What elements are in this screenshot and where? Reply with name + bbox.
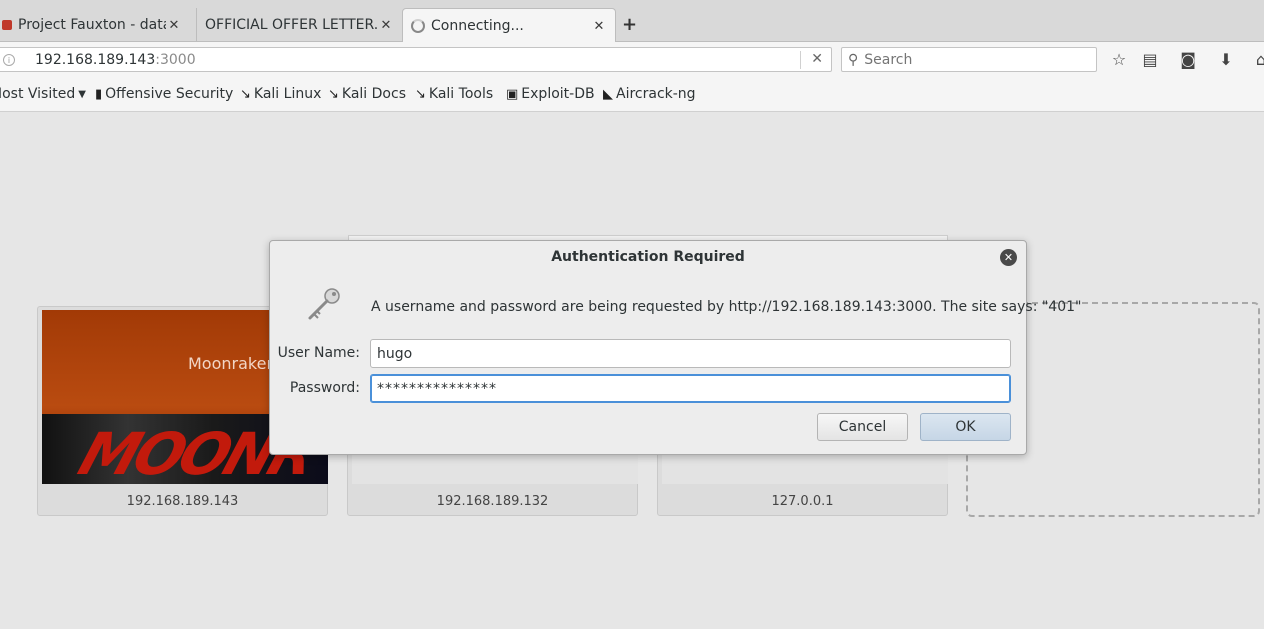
tab-close-icon[interactable]: ✕ [166, 18, 182, 33]
tab-offer-letter[interactable]: OFFICIAL OFFER LETTER... ✕ [196, 8, 402, 42]
bookmark-exploit-db[interactable]: ▣ Exploit-DB [506, 86, 595, 102]
stop-loading-icon[interactable]: ✕ [811, 51, 823, 67]
tile-caption: 192.168.189.143 [126, 494, 239, 509]
bookmark-offensive-security[interactable]: ▮ Offensive Security [95, 86, 233, 102]
thumbnail-title: Moonraker [188, 354, 274, 373]
bookmark-star-icon[interactable]: ☆ [1110, 51, 1128, 69]
tab-close-icon[interactable]: ✕ [378, 18, 394, 33]
password-field[interactable] [370, 374, 1011, 403]
username-field[interactable] [370, 339, 1011, 368]
tab-connecting[interactable]: Connecting... ✕ [402, 8, 616, 43]
kali-dragon-icon: ↘ [240, 86, 251, 102]
search-input[interactable] [864, 51, 1085, 68]
key-icon [308, 288, 340, 320]
username-label: User Name: [277, 345, 360, 361]
ok-button[interactable]: OK [920, 413, 1011, 441]
tile-caption: 192.168.189.132 [436, 494, 549, 509]
dialog-message: A username and password are being reques… [371, 299, 1082, 315]
bookmark-label: Kali Tools [428, 86, 494, 102]
cancel-button[interactable]: Cancel [817, 413, 908, 441]
url-port: :3000 [155, 51, 196, 68]
search-icon: ⚲ [848, 51, 859, 68]
bookmark-aircrack-ng[interactable]: ◣ Aircrack-ng [603, 86, 696, 102]
bookmark-label: Kali Linux [253, 86, 322, 102]
kali-dragon-icon: ↘ [415, 86, 426, 102]
tab-label: Project Fauxton - data... [18, 17, 166, 33]
navigation-toolbar: i 192.168.189.143:3000 ✕ ⚲ ☆ ▤ ◙ ⬇ ⌂ [0, 42, 1264, 76]
couchdb-favicon-icon [2, 20, 12, 30]
url-host: 192.168.189.143 [35, 51, 156, 68]
bookmark-most-visited[interactable]: Most Visited ▼ [0, 86, 86, 102]
reading-list-icon[interactable]: ▤ [1141, 51, 1159, 69]
exploit-db-icon: ▣ [506, 86, 519, 102]
bookmark-label: Kali Docs [341, 86, 406, 102]
tab-project-fauxton[interactable]: Project Fauxton - data... ✕ [0, 8, 190, 42]
loading-spinner-icon [411, 19, 425, 33]
bookmark-label: Offensive Security [105, 86, 234, 102]
bookmark-label: Exploit-DB [521, 86, 595, 102]
chevron-down-icon: ▼ [78, 88, 86, 100]
new-tab-plus-icon[interactable]: + [622, 14, 637, 35]
password-label: Password: [289, 380, 360, 396]
bookmark-label: Most Visited [0, 86, 76, 102]
search-bar[interactable]: ⚲ [841, 47, 1097, 72]
downloads-icon[interactable]: ⬇ [1217, 51, 1235, 69]
offsec-icon: ▮ [95, 86, 103, 102]
aircrack-icon: ◣ [603, 86, 613, 102]
tab-label: OFFICIAL OFFER LETTER... [205, 17, 378, 33]
bookmark-kali-docs[interactable]: ↘ Kali Docs [328, 86, 406, 102]
url-separator [800, 51, 801, 69]
authentication-dialog: Authentication Required ✕ A username and… [269, 240, 1081, 455]
dialog-title: Authentication Required [551, 249, 745, 265]
bookmark-kali-tools[interactable]: ↘ Kali Tools [415, 86, 493, 102]
bookmarks-toolbar: Most Visited ▼ ▮ Offensive Security ↘ Ka… [0, 76, 1264, 112]
tile-caption: 127.0.0.1 [771, 494, 834, 509]
tab-label: Connecting... [431, 18, 524, 34]
bookmark-label: Aircrack-ng [616, 86, 696, 102]
bookmark-kali-linux[interactable]: ↘ Kali Linux [240, 86, 321, 102]
home-icon[interactable]: ⌂ [1252, 51, 1264, 69]
pocket-icon[interactable]: ◙ [1179, 51, 1197, 69]
close-icon[interactable]: ✕ [1000, 249, 1017, 266]
tab-strip: Project Fauxton - data... ✕ OFFICIAL OFF… [0, 0, 1264, 43]
url-bar[interactable]: i 192.168.189.143:3000 ✕ [0, 47, 832, 72]
tab-close-icon[interactable]: ✕ [591, 19, 607, 34]
kali-dragon-icon: ↘ [328, 86, 339, 102]
site-info-icon[interactable]: i [3, 53, 15, 66]
